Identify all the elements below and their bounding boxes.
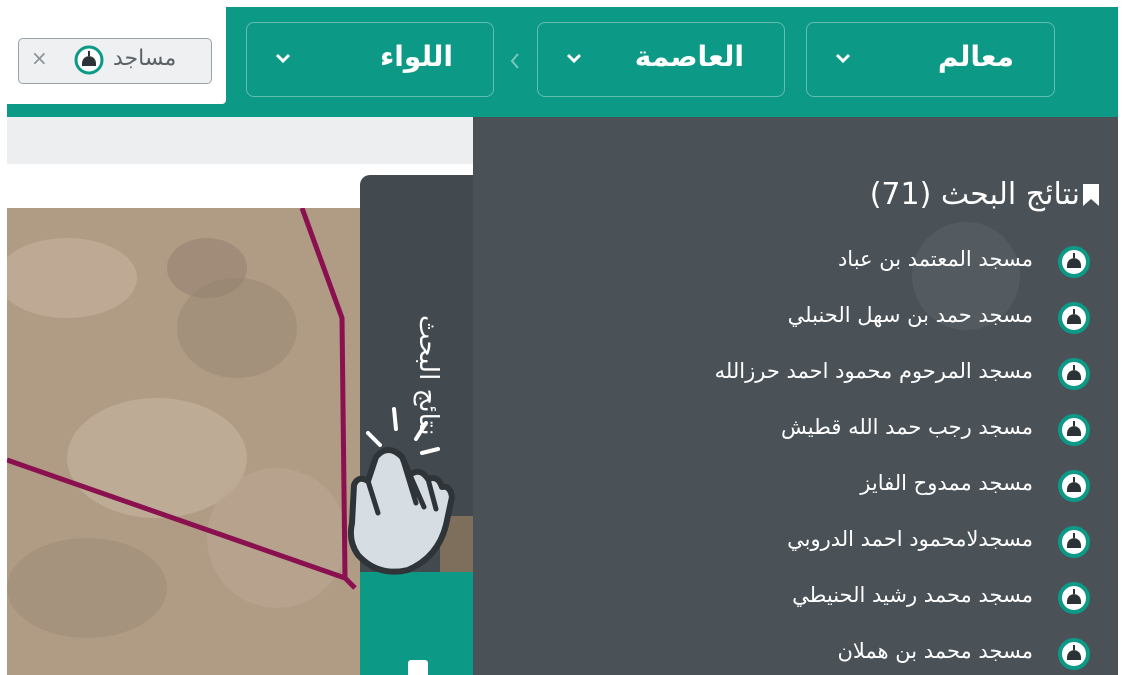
bookmark-icon: [1083, 184, 1099, 206]
list-item[interactable]: مسجد محمد بن هملان: [473, 630, 1118, 675]
capital-dropdown[interactable]: العاصمة: [537, 22, 785, 97]
map-terrain: [7, 208, 362, 675]
list-item[interactable]: مسجد رجب حمد الله قطيش: [473, 406, 1118, 456]
landmarks-dropdown[interactable]: معالم: [806, 22, 1055, 97]
result-name: مسجد ممدوح الفايز: [860, 471, 1033, 495]
mosque-icon: [1058, 526, 1090, 558]
mosque-icon: [1058, 358, 1090, 390]
mosque-icon: [74, 45, 104, 75]
list-item[interactable]: مسجد المعتمد بن عباد: [473, 238, 1118, 288]
results-title: نتائج البحث (71): [869, 177, 1080, 212]
result-name: مسجد محمد رشيد الحنيطي: [792, 583, 1033, 607]
landmarks-label: معالم: [937, 40, 1014, 73]
satellite-map[interactable]: [7, 208, 362, 675]
result-name: مسجد المعتمد بن عباد: [837, 247, 1033, 271]
mosque-icon: [1058, 470, 1090, 502]
result-name: مسجد رجب حمد الله قطيش: [781, 415, 1033, 439]
list-item[interactable]: مسجد حمد بن سهل الحنبلي: [473, 294, 1118, 344]
chevron-down-icon: [275, 53, 291, 64]
tap-hand-icon: [347, 407, 455, 575]
remove-tag-button[interactable]: ×: [31, 46, 48, 70]
side-tab-glyph: [408, 660, 428, 675]
result-name: مسجد محمد بن هملان: [837, 639, 1033, 663]
list-item[interactable]: مسجد محمد رشيد الحنيطي: [473, 574, 1118, 624]
mosque-icon: [1058, 414, 1090, 446]
list-item[interactable]: مسجد ممدوح الفايز: [473, 462, 1118, 512]
mosque-icon: [1058, 582, 1090, 614]
list-item[interactable]: مسجدلامحمود احمد الدروبي: [473, 518, 1118, 568]
mosque-icon: [1058, 246, 1090, 278]
mosque-icon: [1058, 302, 1090, 334]
tag-label: مساجد: [113, 46, 177, 71]
results-list: مسجد المعتمد بن عباد مسجد حمد بن سهل الح…: [473, 232, 1118, 675]
chevron-down-icon: [835, 53, 851, 64]
result-name: مسجدلامحمود احمد الدروبي: [787, 527, 1033, 551]
app-canvas: × مساجد اللواء العاصمة معالم نتائج البحث…: [0, 0, 1125, 675]
map-toolbar-strip: [7, 117, 473, 164]
chevron-left-icon: [510, 53, 519, 69]
capital-label: العاصمة: [634, 40, 744, 73]
chevron-down-icon: [566, 53, 582, 64]
mosque-icon: [1058, 638, 1090, 670]
district-dropdown[interactable]: اللواء: [246, 22, 494, 97]
result-name: مسجد حمد بن سهل الحنبلي: [787, 303, 1033, 327]
tag-chip-mosques[interactable]: × مساجد: [18, 38, 212, 84]
list-item[interactable]: مسجد المرحوم محمود احمد حرزالله: [473, 350, 1118, 400]
district-label: اللواء: [379, 40, 453, 73]
result-name: مسجد المرحوم محمود احمد حرزالله: [714, 359, 1033, 383]
map-blank-area: [7, 164, 362, 208]
